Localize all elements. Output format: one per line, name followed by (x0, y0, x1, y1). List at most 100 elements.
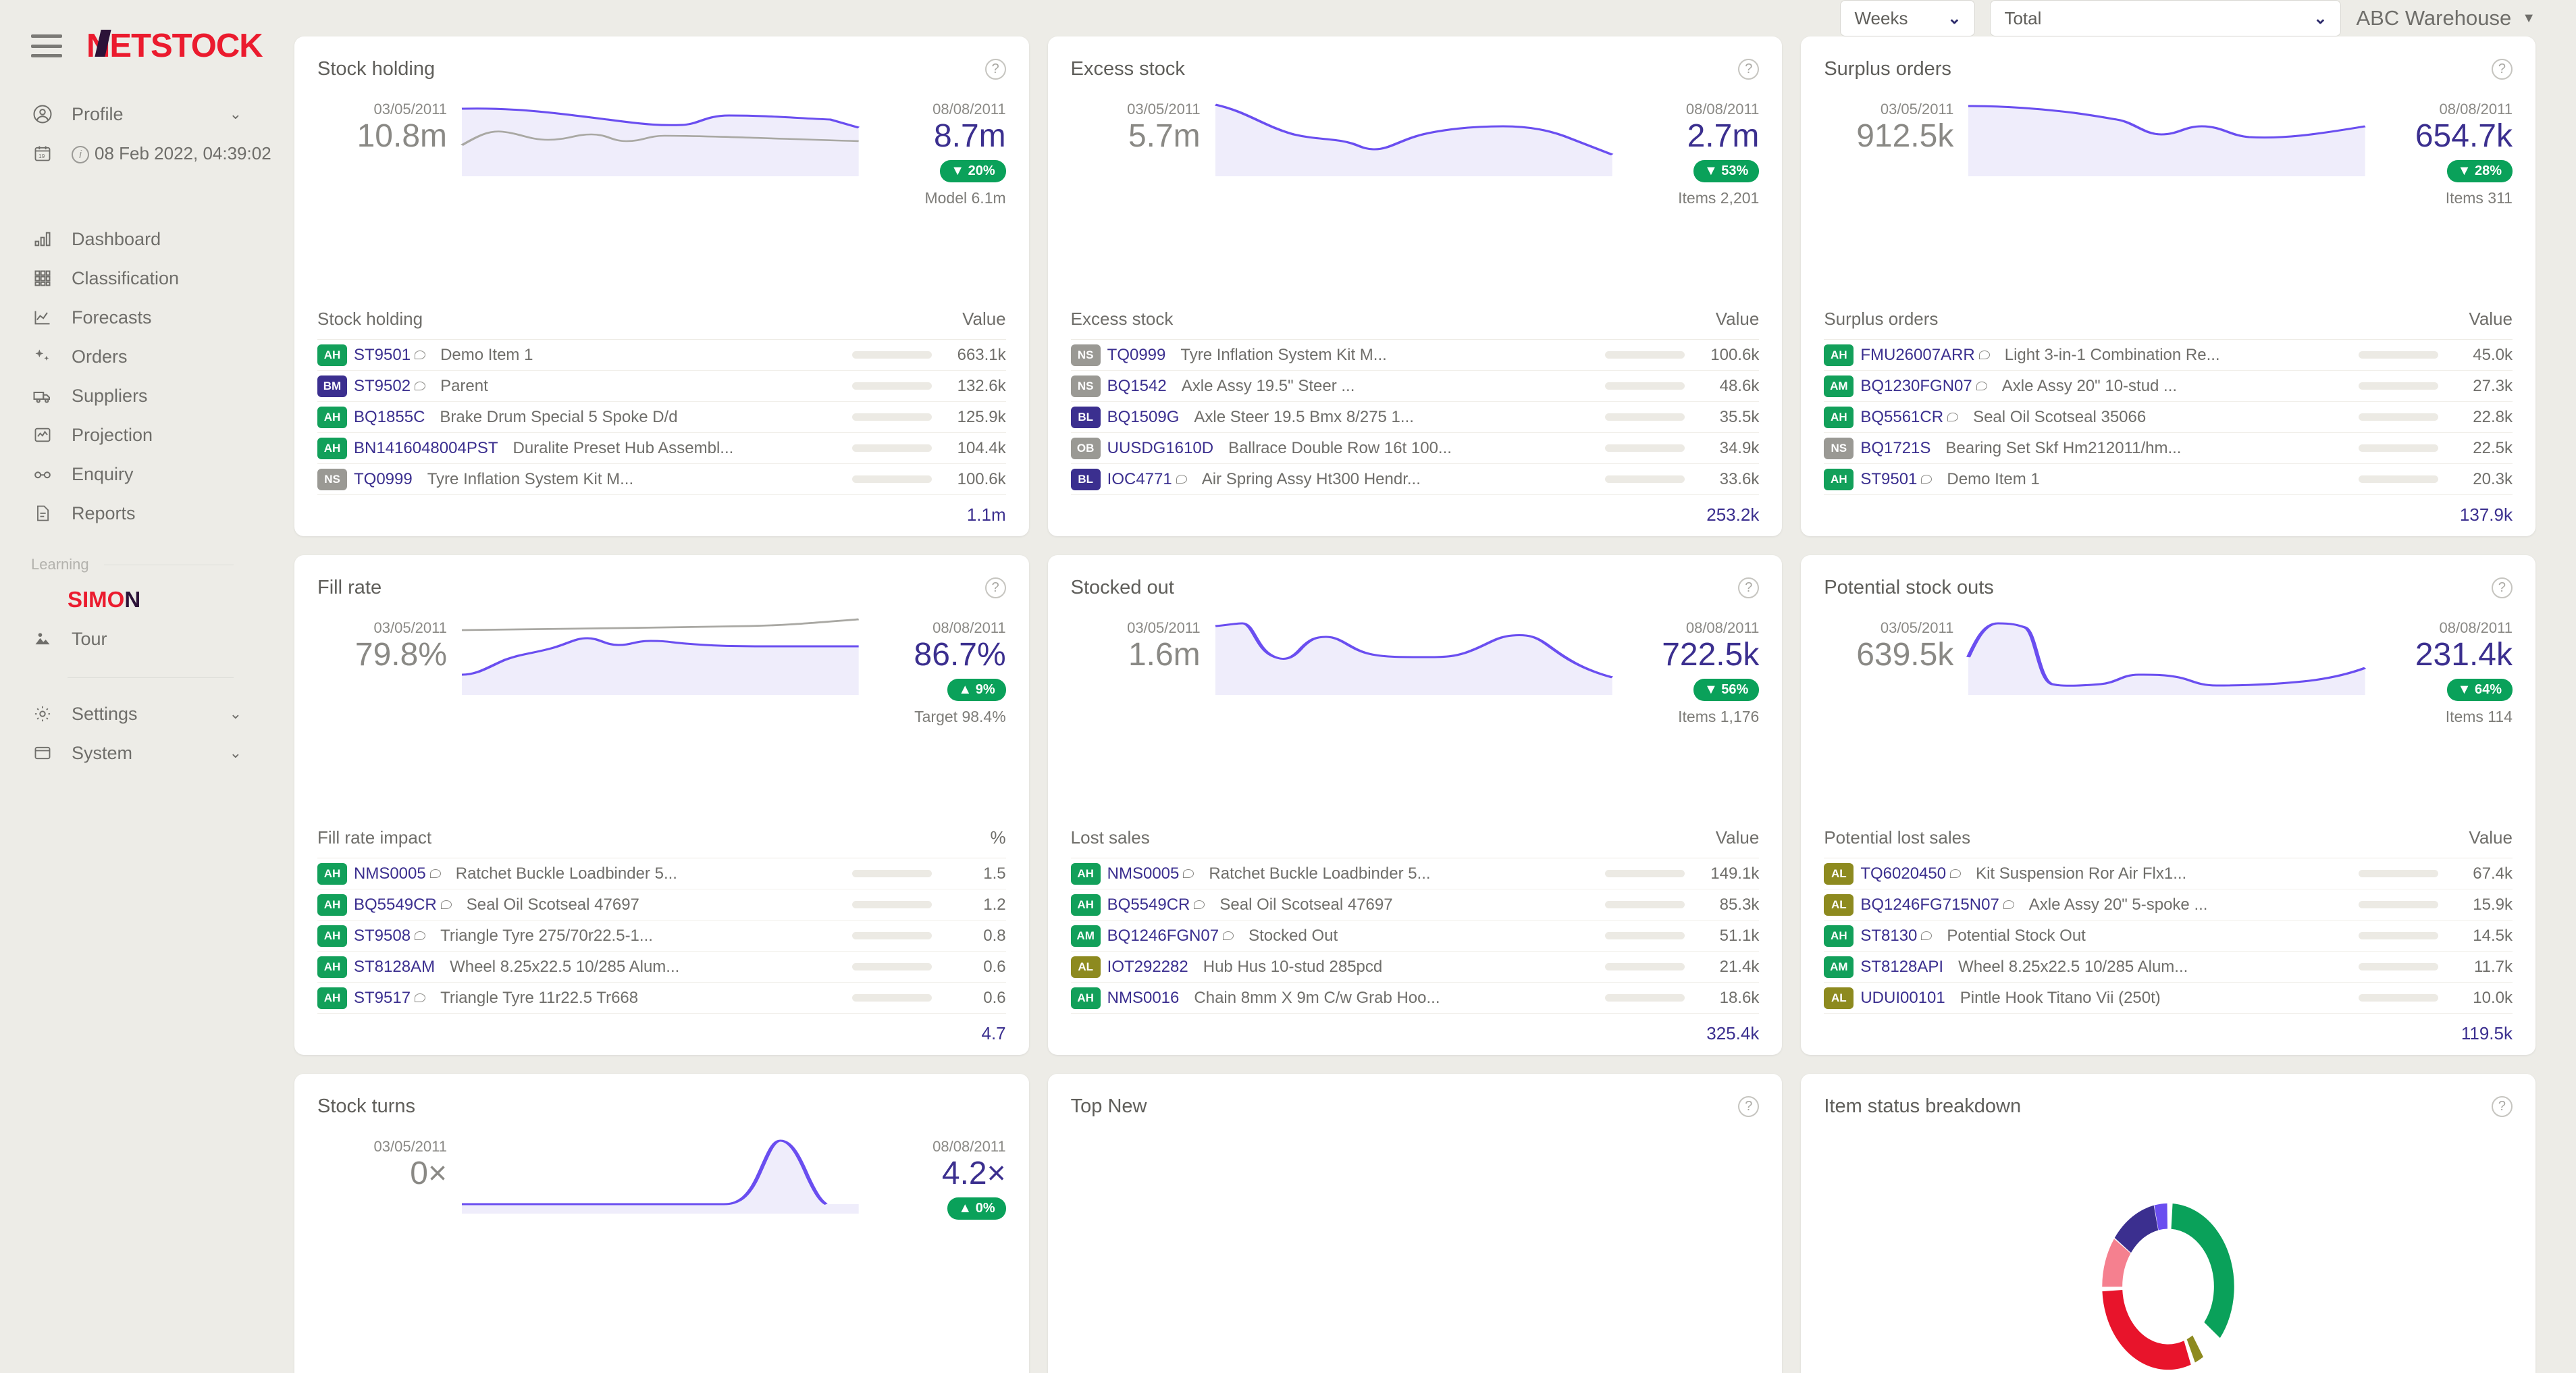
sidebar-item-classification[interactable]: Classification (0, 259, 265, 298)
item-code[interactable]: BQ5549CR (354, 896, 437, 914)
sidebar-datetime: 19 i 08 Feb 2022, 04:39:02 (0, 134, 271, 173)
sidebar-item-suppliers[interactable]: Suppliers (0, 376, 265, 415)
table-row[interactable]: NS TQ0999 Tyre Inflation System Kit M...… (1070, 340, 1760, 371)
help-icon[interactable]: ? (2491, 577, 2513, 598)
period-select[interactable]: Weeks ⌄ (1840, 0, 1976, 36)
table-row[interactable]: AL BQ1246FG715N07 Axle Assy 20" 5-spoke … (1824, 889, 2513, 921)
table-row[interactable]: AM BQ1230FGN07 Axle Assy 20" 10-stud ...… (1824, 371, 2513, 402)
help-icon[interactable]: ? (1738, 577, 1760, 598)
table-row[interactable]: AL UDUI00101 Pintle Hook Titano Vii (250… (1824, 983, 2513, 1014)
card-surplus-orders: Surplus orders ? 03/05/2011 912.5k 08/08… (1801, 36, 2535, 536)
table-row[interactable]: OB UUSDG1610D Ballrace Double Row 16t 10… (1070, 433, 1760, 464)
card-title: Stocked out (1070, 577, 1174, 598)
item-code[interactable]: ST8130 (1860, 927, 1917, 945)
metric-start: 03/05/2011 5.7m (1071, 97, 1213, 153)
help-icon[interactable]: ? (2491, 1096, 2513, 1117)
item-code[interactable]: ST9517 (354, 989, 411, 1008)
list-header: Fill rate impact % (317, 827, 1006, 858)
table-row[interactable]: BL BQ1509G Axle Steer 19.5 Bmx 8/275 1..… (1070, 402, 1760, 433)
table-row[interactable]: AH BQ5549CR Seal Oil Scotseal 47697 1.2 (317, 889, 1006, 921)
svg-text:19: 19 (38, 153, 45, 159)
note-icon (415, 351, 426, 359)
table-row[interactable]: AH ST9501 Demo Item 1 663.1k (317, 340, 1006, 371)
item-code[interactable]: ST9508 (354, 927, 411, 945)
item-code[interactable]: BQ1542 (1107, 377, 1167, 396)
item-code[interactable]: BQ1509G (1107, 408, 1180, 427)
table-row[interactable]: AH BQ5549CR Seal Oil Scotseal 47697 85.3… (1070, 889, 1760, 921)
table-row[interactable]: AH FMU26007ARR Light 3-in-1 Combination … (1824, 340, 2513, 371)
item-code[interactable]: BQ5549CR (1107, 896, 1190, 914)
sidebar-item-orders[interactable]: Orders (0, 337, 265, 376)
item-code[interactable]: TQ6020450 (1860, 864, 1946, 883)
sidebar-item-profile[interactable]: Profile ⌄ (0, 95, 265, 134)
sidebar-item-dashboard[interactable]: Dashboard (0, 219, 265, 259)
help-icon[interactable]: ? (1738, 1096, 1760, 1117)
warehouse-selector[interactable]: ABC Warehouse ▼ (2356, 6, 2535, 30)
item-code[interactable]: BQ1246FG715N07 (1860, 896, 1999, 914)
metric-sub: Items 2,201 (1678, 189, 1760, 207)
table-row[interactable]: AH ST9501 Demo Item 1 20.3k (1824, 464, 2513, 495)
item-code[interactable]: ST8128API (1860, 958, 1943, 977)
item-code[interactable]: ST8128AM (354, 958, 435, 977)
table-row[interactable]: AH ST9517 Triangle Tyre 11r22.5 Tr668 0.… (317, 983, 1006, 1014)
table-row[interactable]: BL IOC4771 Air Spring Assy Ht300 Hendr..… (1070, 464, 1760, 495)
table-row[interactable]: AM ST8128API Wheel 8.25x22.5 10/285 Alum… (1824, 952, 2513, 983)
item-code[interactable]: UDUI00101 (1860, 989, 1945, 1008)
table-row[interactable]: AH NMS0005 Ratchet Buckle Loadbinder 5..… (317, 858, 1006, 889)
item-code[interactable]: FMU26007ARR (1860, 346, 1974, 365)
sidebar-item-tour[interactable]: Tour (0, 619, 265, 658)
table-row[interactable]: AH BN1416048004PST Duralite Preset Hub A… (317, 433, 1006, 464)
item-code[interactable]: ST9501 (354, 346, 411, 365)
help-icon[interactable]: ? (984, 577, 1006, 598)
table-row[interactable]: AH ST9508 Triangle Tyre 275/70r22.5-1...… (317, 921, 1006, 952)
table-row[interactable]: AH NMS0005 Ratchet Buckle Loadbinder 5..… (1070, 858, 1760, 889)
table-row[interactable]: AH BQ1855C Brake Drum Special 5 Spoke D/… (317, 402, 1006, 433)
item-code[interactable]: BN1416048004PST (354, 439, 498, 458)
item-code[interactable]: TQ0999 (1107, 346, 1166, 365)
table-row[interactable]: AM BQ1246FGN07 Stocked Out 51.1k (1070, 921, 1760, 952)
table-row[interactable]: AL TQ6020450 Kit Suspension Ror Air Flx1… (1824, 858, 2513, 889)
item-code[interactable]: ST9501 (1860, 470, 1917, 489)
metric-end-value: 654.7k (2415, 118, 2513, 154)
table-row[interactable]: AH BQ5561CR Seal Oil Scotseal 35066 22.8… (1824, 402, 2513, 433)
table-row[interactable]: NS TQ0999 Tyre Inflation System Kit M...… (317, 464, 1006, 495)
item-code[interactable]: IOT292282 (1107, 958, 1188, 977)
item-code[interactable]: BQ5561CR (1860, 408, 1943, 427)
help-icon[interactable]: ? (1738, 59, 1760, 80)
item-description: Axle Steer 19.5 Bmx 8/275 1... (1194, 407, 1414, 426)
item-code[interactable]: NMS0005 (354, 864, 426, 883)
item-code[interactable]: UUSDG1610D (1107, 439, 1213, 458)
item-code[interactable]: BQ1230FGN07 (1860, 377, 1972, 396)
sidebar-item-forecasts[interactable]: Forecasts (0, 298, 265, 337)
scope-select[interactable]: Total ⌄ (1990, 0, 2342, 36)
sidebar-item-settings[interactable]: Settings ⌄ (0, 694, 265, 733)
sidebar-item-enquiry[interactable]: Enquiry (0, 455, 265, 494)
hamburger-menu-icon[interactable] (31, 34, 62, 57)
item-code[interactable]: BQ1721S (1860, 439, 1930, 458)
metric-sub: Model 6.1m (924, 189, 1006, 207)
item-code[interactable]: BQ1246FGN07 (1107, 927, 1219, 945)
value-bar-track (1605, 932, 1685, 939)
help-icon[interactable]: ? (2491, 59, 2513, 80)
item-description: Axle Assy 19.5" Steer ... (1181, 376, 1355, 395)
table-row[interactable]: NS BQ1542 Axle Assy 19.5" Steer ... 48.6… (1070, 371, 1760, 402)
item-code[interactable]: ST9502 (354, 377, 411, 396)
sidebar-item-system[interactable]: System ⌄ (0, 733, 265, 773)
table-row[interactable]: AH ST8130 Potential Stock Out 14.5k (1824, 921, 2513, 952)
table-row[interactable]: AH NMS0016 Chain 8mm X 9m C/w Grab Hoo..… (1070, 983, 1760, 1014)
table-row[interactable]: NS BQ1721S Bearing Set Skf Hm212011/hm..… (1824, 433, 2513, 464)
sidebar-item-label: Profile (72, 103, 124, 124)
table-row[interactable]: BM ST9502 Parent 132.6k (317, 371, 1006, 402)
metric-end-date: 08/08/2011 (1685, 619, 1760, 636)
item-code[interactable]: IOC4771 (1107, 470, 1172, 489)
table-row[interactable]: AH ST8128AM Wheel 8.25x22.5 10/285 Alum.… (317, 952, 1006, 983)
item-code[interactable]: BQ1855C (354, 408, 425, 427)
card-top-new: Top New ? New Value RD BQ4461 Turbo… Hub… (1047, 1074, 1783, 1373)
table-row[interactable]: AL IOT292282 Hub Hus 10-stud 285pcd 21.4… (1070, 952, 1760, 983)
item-code[interactable]: TQ0999 (354, 470, 413, 489)
item-code[interactable]: NMS0016 (1107, 989, 1180, 1008)
help-icon[interactable]: ? (984, 59, 1006, 80)
sidebar-item-reports[interactable]: Reports (0, 494, 265, 533)
sidebar-item-projection[interactable]: Projection (0, 415, 265, 455)
item-code[interactable]: NMS0005 (1107, 864, 1180, 883)
